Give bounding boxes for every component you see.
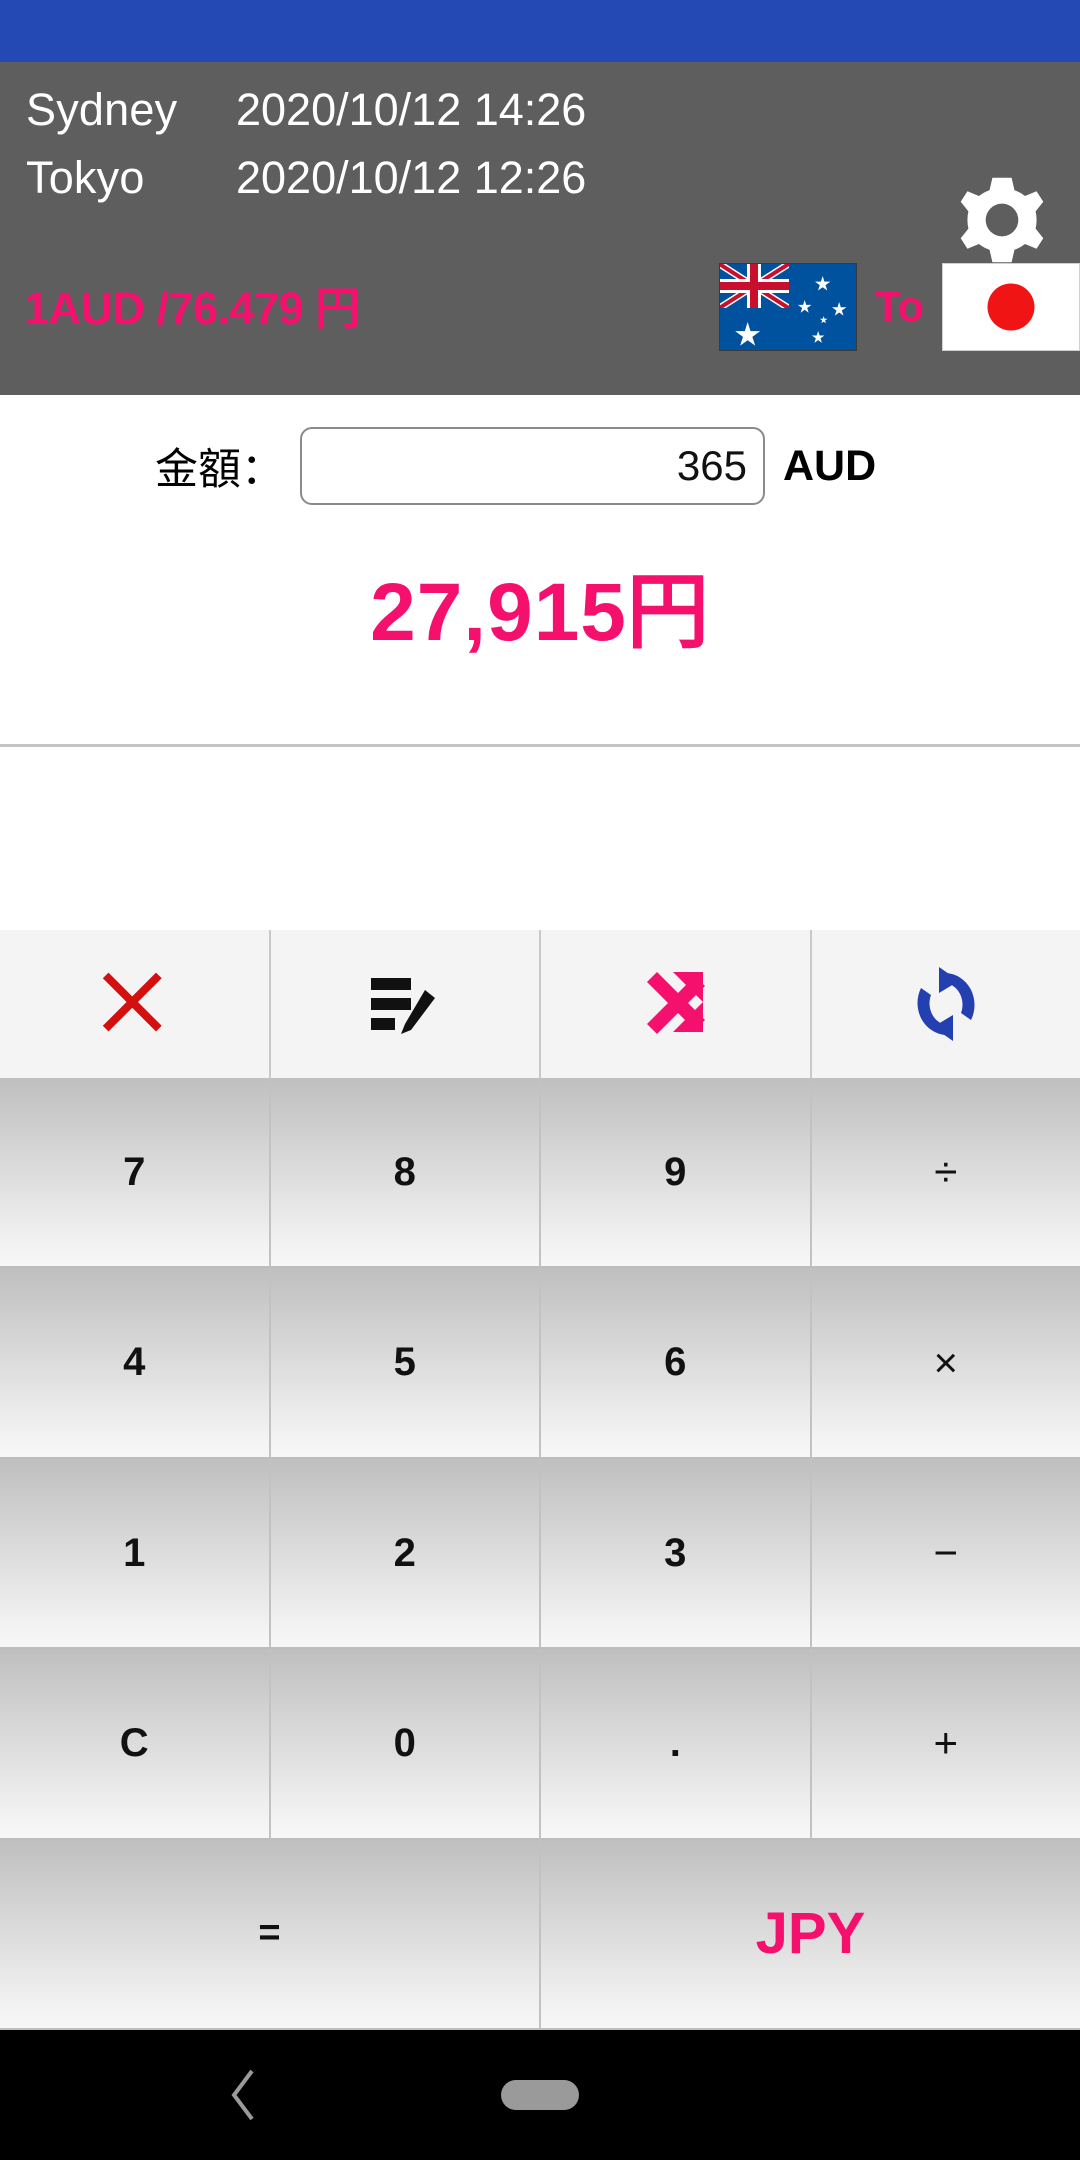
action-toolbar — [0, 930, 1080, 1078]
keypad-row: 1 2 3 − — [0, 1458, 1080, 1650]
clock-datetime-from: 2020/10/12 14:26 — [236, 84, 587, 135]
to-label: To — [874, 282, 924, 331]
edit-list-button[interactable] — [271, 930, 541, 1078]
australia-flag[interactable] — [718, 263, 857, 351]
key-2[interactable]: 2 — [270, 1458, 541, 1650]
key-8[interactable]: 8 — [270, 1078, 541, 1269]
hinomaru-disc — [987, 283, 1035, 331]
keypad-row: 7 8 9 ÷ — [0, 1078, 1080, 1269]
gear-icon — [960, 177, 1044, 263]
amount-label: 金額： — [155, 446, 284, 494]
close-icon — [103, 972, 162, 1032]
converter-panel: 金額： AUD 27,915円 — [0, 395, 1080, 745]
amount-input[interactable] — [300, 427, 765, 505]
world-clocks: Sydney 2020/10/12 14:26 Tokyo 2020/10/12… — [26, 84, 586, 220]
japan-flag[interactable] — [942, 263, 1080, 351]
refresh-rate-button[interactable] — [812, 930, 1080, 1078]
refresh-icon — [917, 967, 975, 1041]
key-multiply[interactable]: × — [811, 1268, 1080, 1459]
calculator-keypad: 7 8 9 ÷ 4 5 6 × 1 2 3 − C 0 . + = JPY — [0, 1078, 1080, 2031]
key-5[interactable]: 5 — [270, 1268, 541, 1459]
key-7[interactable]: 7 — [0, 1078, 271, 1269]
from-currency-label: AUD — [783, 441, 877, 490]
back-chevron-icon — [231, 2069, 254, 2121]
currency-pair-row: To — [718, 262, 1080, 352]
swap-icon — [647, 972, 706, 1034]
clock-city-from: Sydney — [26, 84, 178, 135]
nav-back-button[interactable] — [222, 2067, 266, 2123]
edit-list-icon — [370, 978, 435, 1034]
close-button[interactable] — [0, 930, 271, 1078]
exchange-rate-text: 1AUD /76.479 円 — [24, 283, 360, 334]
key-6[interactable]: 6 — [541, 1268, 812, 1459]
nav-home-button[interactable] — [501, 2080, 579, 2110]
status-bar — [0, 0, 1080, 62]
settings-button[interactable] — [954, 172, 1050, 268]
clock-datetime-to: 2020/10/12 12:26 — [236, 152, 587, 203]
key-minus[interactable]: − — [811, 1458, 1080, 1650]
swap-currency-button[interactable] — [541, 930, 812, 1078]
key-divide[interactable]: ÷ — [811, 1078, 1080, 1269]
key-4[interactable]: 4 — [0, 1268, 271, 1459]
key-plus[interactable]: + — [811, 1649, 1080, 1840]
key-target-currency[interactable]: JPY — [541, 1839, 1080, 2031]
keypad-row: = JPY — [0, 1839, 1080, 2031]
key-0[interactable]: 0 — [270, 1649, 541, 1840]
converted-result: 27,915円 — [370, 567, 710, 658]
union-jack-canton — [719, 264, 789, 308]
keypad-row: 4 5 6 × — [0, 1268, 1080, 1459]
key-1[interactable]: 1 — [0, 1458, 271, 1650]
key-decimal[interactable]: . — [541, 1649, 812, 1840]
key-equals[interactable]: = — [0, 1839, 541, 2031]
app-root: Sydney 2020/10/12 14:26 Tokyo 2020/10/12… — [0, 0, 1080, 2160]
key-9[interactable]: 9 — [541, 1078, 812, 1269]
amount-row: 金額： AUD — [0, 427, 1080, 505]
clock-row: Sydney 2020/10/12 14:26 — [26, 84, 586, 152]
system-nav-bar — [0, 2030, 1080, 2160]
clock-city-to: Tokyo — [26, 152, 145, 203]
key-3[interactable]: 3 — [541, 1458, 812, 1650]
clock-row: Tokyo 2020/10/12 12:26 — [26, 152, 586, 220]
empty-space — [0, 747, 1080, 930]
keypad-row: C 0 . + — [0, 1649, 1080, 1840]
key-clear[interactable]: C — [0, 1649, 271, 1840]
app-header: Sydney 2020/10/12 14:26 Tokyo 2020/10/12… — [0, 62, 1080, 395]
